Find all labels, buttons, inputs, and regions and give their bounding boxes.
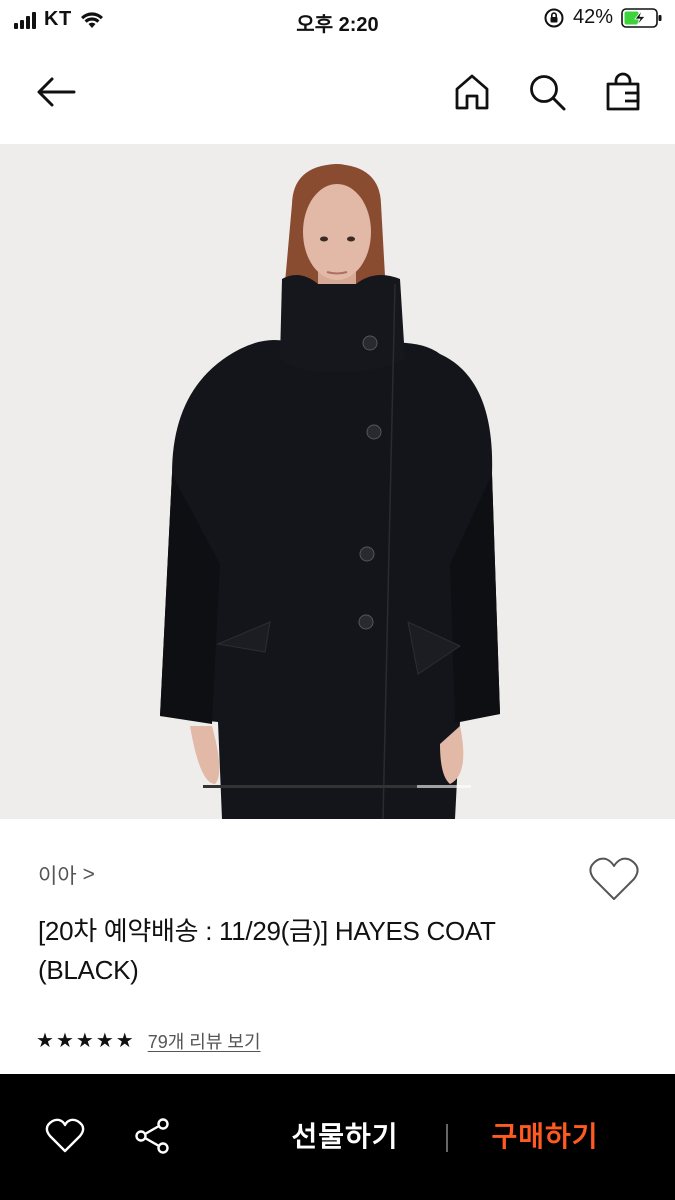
star-icon: ★ [75, 1030, 94, 1052]
star-icon: ★ [95, 1030, 114, 1052]
battery-charging-icon [621, 7, 662, 28]
battery-percent: 42% [572, 6, 613, 28]
gallery-progress-fill [203, 785, 418, 788]
product-title: [20차 예약배송 : 11/29(금)] HAYES COAT (BLACK) [38, 916, 496, 985]
orientation-lock-icon [544, 8, 564, 27]
star-icon: ★ [36, 1030, 54, 1052]
shopping-bag-icon [606, 72, 640, 111]
gift-button[interactable]: 선물하기 [270, 1112, 420, 1162]
product-image-gallery[interactable] [0, 144, 675, 819]
bottom-action-bar: 선물하기 구매하기 [0, 1074, 675, 1200]
rating-row: ★ ★ ★ ★ ★ 79개 리뷰 보기 [36, 1028, 261, 1054]
heart-outline-icon [589, 857, 639, 900]
brand-name: 이아 [38, 865, 77, 888]
home-button[interactable] [450, 70, 494, 114]
heart-outline-icon [45, 1118, 85, 1153]
status-right: 42% [543, 6, 663, 29]
star-rating: ★ ★ ★ ★ ★ [36, 1029, 134, 1053]
top-nav-bar [0, 40, 675, 144]
back-button[interactable] [34, 70, 78, 114]
reviews-link[interactable]: 79개 리뷰 보기 [148, 1028, 261, 1054]
buy-button[interactable]: 구매하기 [470, 1112, 620, 1162]
brand-link[interactable]: 이아 > [38, 860, 95, 890]
search-icon [530, 75, 566, 111]
product-photo [0, 144, 675, 819]
home-icon [455, 74, 489, 110]
bottom-divider [446, 1124, 448, 1152]
chevron-right-icon: > [82, 863, 95, 886]
star-icon: ★ [55, 1030, 74, 1052]
status-bar: KT 오후 2:20 42% [0, 0, 675, 40]
wishlist-button[interactable] [588, 855, 640, 903]
star-icon: ★ [115, 1030, 134, 1052]
gallery-progress-track [203, 785, 471, 788]
share-icon [135, 1118, 169, 1154]
back-arrow-icon [37, 77, 76, 107]
cart-button[interactable] [601, 70, 645, 114]
bottom-wishlist-button[interactable] [43, 1114, 87, 1158]
share-button[interactable] [130, 1114, 174, 1158]
search-button[interactable] [525, 70, 569, 114]
